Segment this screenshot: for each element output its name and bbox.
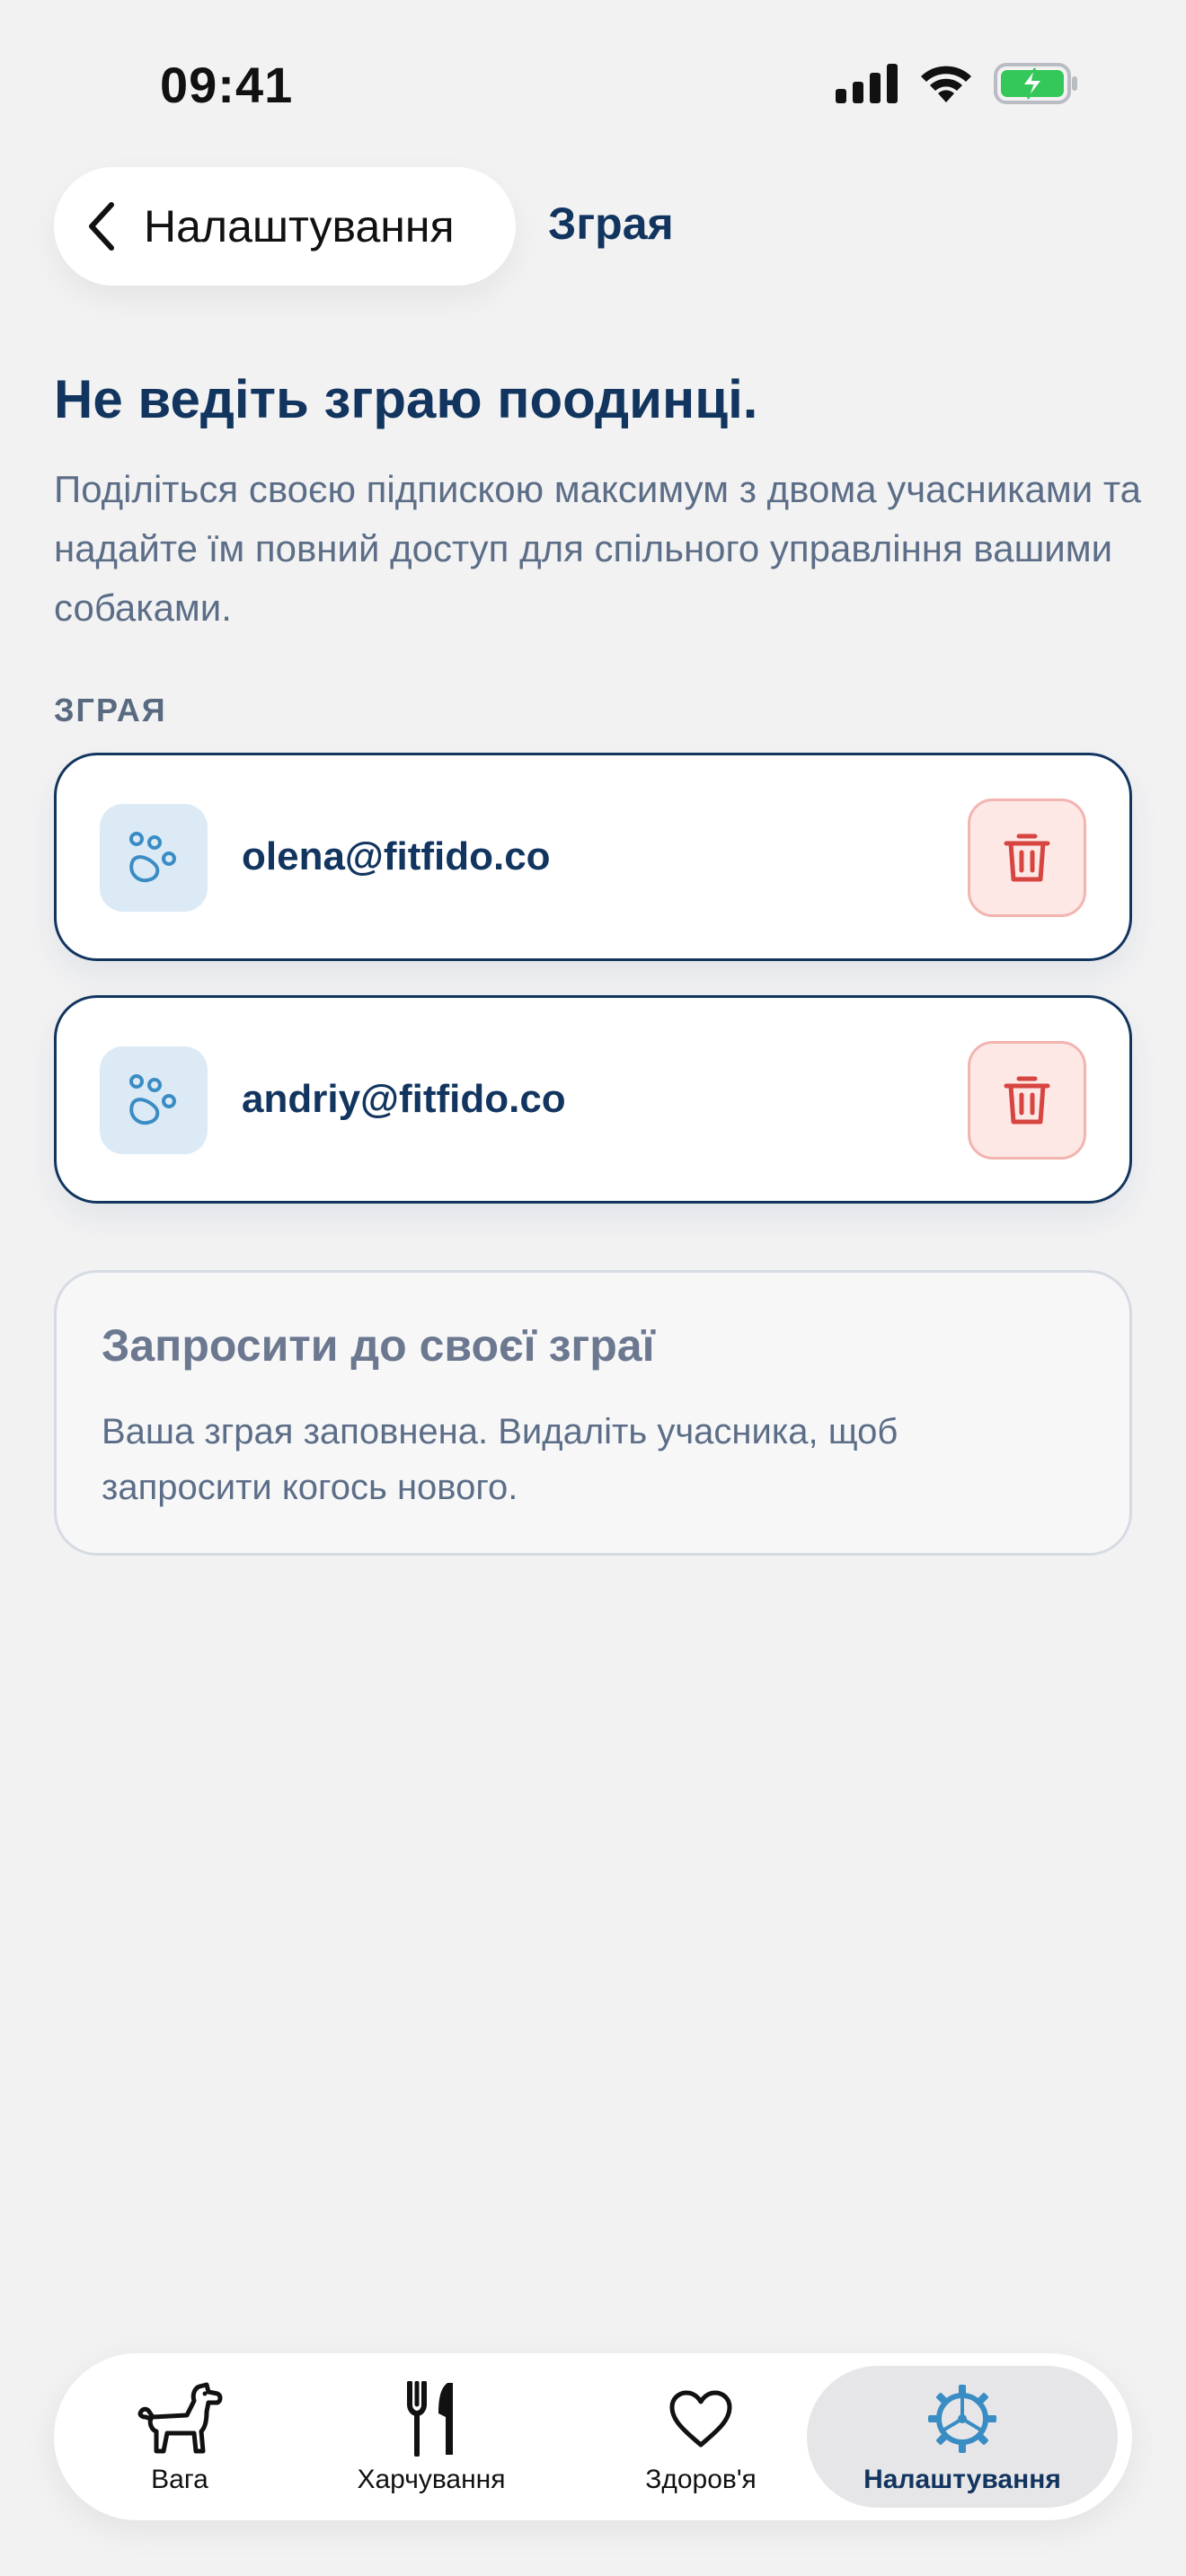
chevron-left-icon (89, 202, 114, 251)
paw-icon (129, 1074, 176, 1125)
invite-description: Ваша зграя заповнена. Видаліть учасника,… (102, 1412, 898, 1507)
cellular-signal-icon (836, 64, 898, 103)
tab-settings[interactable]: Налаштування (807, 2366, 1118, 2508)
heart-icon (669, 2390, 732, 2448)
tab-health-label: Здоров'я (645, 2465, 757, 2494)
dog-icon (137, 2382, 223, 2454)
intro-title: Не ведіть зграю поодинці. (54, 369, 758, 429)
trash-icon (1004, 1076, 1050, 1125)
remove-member-button[interactable] (968, 798, 1086, 917)
pack-member-card: olena@fitfido.co (54, 753, 1132, 961)
member-email: olena@fitfido.co (242, 834, 551, 878)
back-button-label: Налаштування (144, 201, 455, 251)
intro-description: Поділіться своєю підпискою максимум з дв… (54, 468, 1141, 629)
tab-weight[interactable]: Вага (90, 2353, 270, 2520)
gear-icon (928, 2385, 996, 2453)
back-button[interactable]: Налаштування (54, 167, 516, 286)
pack-settings-screen: 09:41 Налаштування Зграя Не ведіть зграю… (0, 0, 1186, 2576)
page-title: Зграя (548, 198, 674, 249)
pack-member-card: andriy@fitfido.co (54, 995, 1132, 1204)
trash-icon (1004, 834, 1050, 882)
remove-member-button[interactable] (968, 1041, 1086, 1160)
tab-health[interactable]: Здоров'я (593, 2353, 809, 2520)
tab-nutrition-label: Харчування (357, 2465, 506, 2494)
member-avatar (100, 1046, 208, 1154)
member-email: andriy@fitfido.co (242, 1077, 566, 1121)
tab-bar: Вага Харчування Здоров'я Налаштування (54, 2353, 1132, 2520)
invite-card: Запросити до своєї зграї Ваша зграя запо… (54, 1270, 1132, 1556)
tab-nutrition[interactable]: Харчування (323, 2353, 539, 2520)
paw-icon (129, 832, 176, 883)
wifi-icon (921, 66, 971, 102)
fork-knife-icon (407, 2381, 453, 2457)
status-icons (836, 63, 1078, 104)
battery-charging-icon (994, 63, 1077, 104)
member-avatar (100, 804, 208, 912)
pack-section-label: ЗГРАЯ (54, 692, 167, 728)
tab-weight-label: Вага (151, 2465, 208, 2494)
tab-settings-label: Налаштування (863, 2465, 1061, 2494)
invite-title: Запросити до своєї зграї (102, 1320, 655, 1371)
status-time: 09:41 (160, 57, 294, 113)
